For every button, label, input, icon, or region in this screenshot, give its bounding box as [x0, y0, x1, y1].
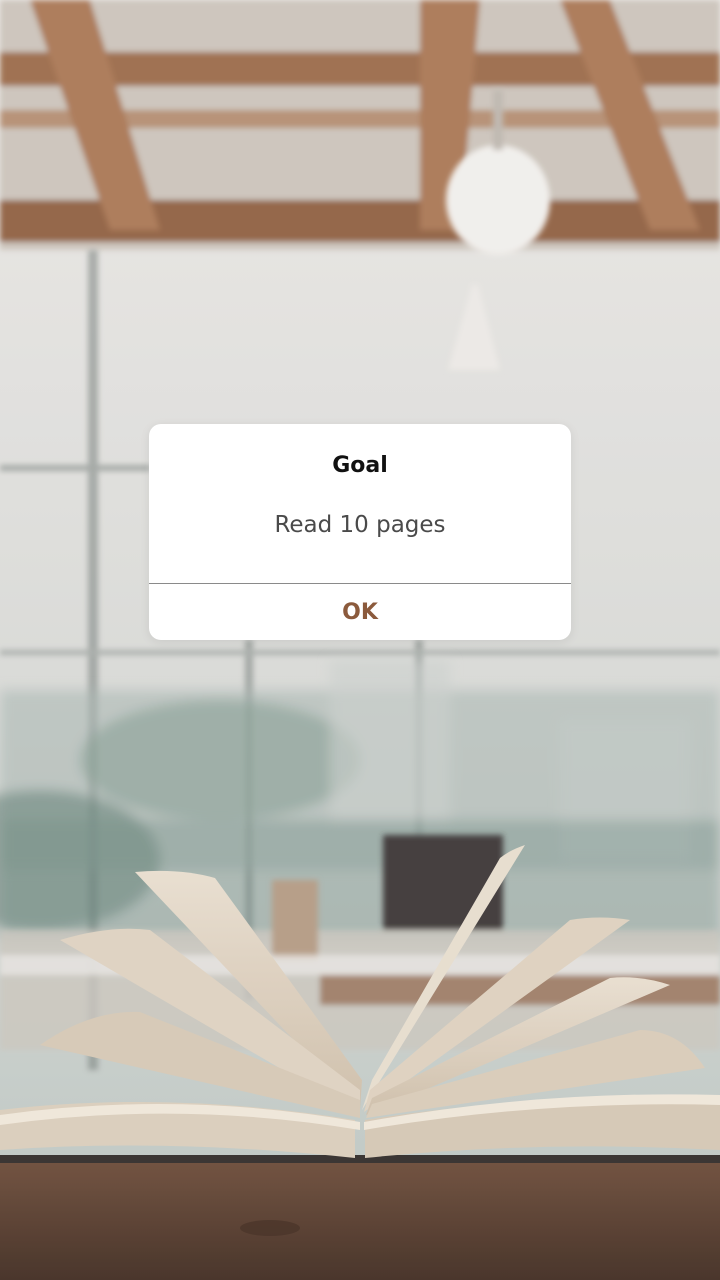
background-photo [0, 0, 720, 1280]
screen: Goal Read 10 pages OK [0, 0, 720, 1280]
ok-button[interactable]: OK [149, 584, 571, 640]
dialog-message: Read 10 pages [274, 512, 446, 538]
goal-dialog: Goal Read 10 pages OK [149, 424, 571, 640]
dialog-title: Goal [332, 453, 388, 478]
